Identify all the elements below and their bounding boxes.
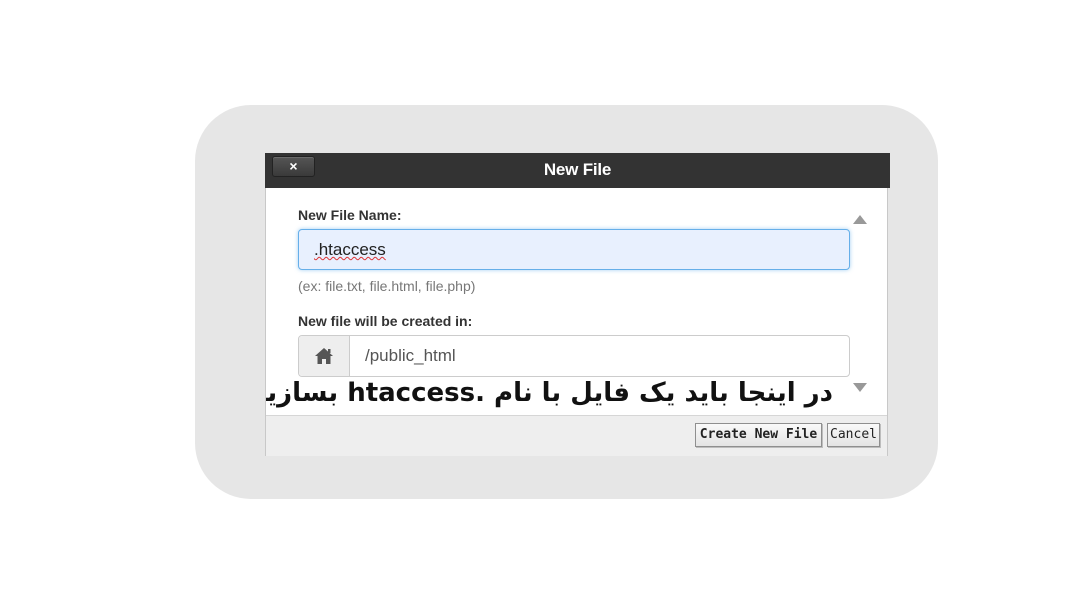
file-name-hint: (ex: file.txt, file.html, file.php) [298, 278, 476, 294]
annotation-caption: در اینجا باید یک فایل با نام .htaccess ب… [266, 378, 833, 408]
create-new-file-button[interactable]: Create New File [695, 423, 822, 447]
location-addon [299, 336, 350, 376]
location-label: New file will be created in: [298, 313, 473, 329]
dialog-title: New File [543, 160, 612, 179]
dialog-titlebar: × New File [265, 153, 890, 188]
dialog-footer: Create New File Cancel [266, 415, 887, 456]
scroll-down-arrow-icon[interactable] [853, 383, 867, 392]
scroll-up-arrow-icon[interactable] [853, 215, 867, 224]
file-name-label: New File Name: [298, 207, 402, 223]
file-name-input[interactable]: .htaccess [298, 229, 850, 270]
file-name-value: .htaccess [314, 240, 386, 259]
new-file-dialog: × New File New File Name: .htaccess (ex:… [265, 153, 890, 456]
location-value: /public_html [365, 346, 456, 365]
dialog-body: New File Name: .htaccess (ex: file.txt, … [266, 188, 887, 415]
cancel-button[interactable]: Cancel [827, 423, 880, 447]
location-field[interactable]: /public_html [298, 335, 850, 377]
